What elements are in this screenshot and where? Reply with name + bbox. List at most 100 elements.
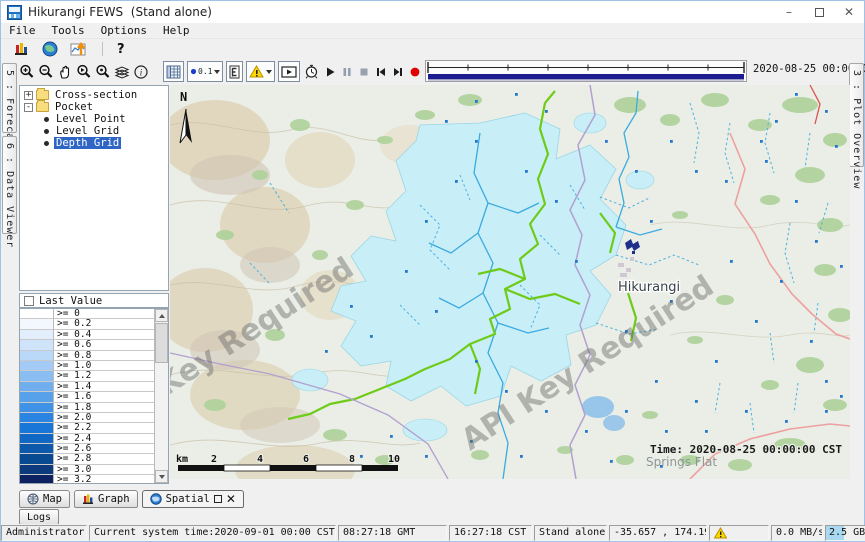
status-system-time: Current system time:2020-09-01 00:00 CST [89, 525, 336, 541]
warnings-button[interactable] [246, 61, 275, 82]
tree-item-pocket[interactable]: - Pocket [20, 101, 168, 113]
status-gmt-time: 08:27:18 GMT [338, 525, 447, 541]
maximize-button[interactable] [804, 1, 834, 23]
title-bar: Hikurangi FEWS (Stand alone) – ✕ [1, 1, 864, 23]
timeline-current-time: 2020-08-25 00:00:00 CST [753, 63, 853, 75]
menu-tools[interactable]: Tools [44, 24, 93, 37]
legend-swatch [20, 330, 54, 340]
open-display-button[interactable] [278, 61, 300, 82]
menu-file[interactable]: File [1, 24, 44, 37]
globe-explorer-icon[interactable] [40, 40, 59, 59]
last-value-label: Last Value [39, 295, 102, 307]
database-chart-icon[interactable] [11, 40, 30, 59]
legend-row: >= 2.0 [20, 413, 154, 423]
right-tab-strip: 3 : Plot Overview [849, 58, 864, 486]
node-bullet-icon [44, 129, 49, 134]
layers-icon[interactable] [114, 62, 130, 81]
status-local-time: 16:27:18 CST [449, 525, 532, 541]
legend-row: >= 1.8 [20, 403, 154, 413]
legend-swatch [20, 413, 54, 423]
chevron-down-icon[interactable] [266, 70, 272, 74]
map-canvas[interactable]: API Key Required API Key Required N km 2… [170, 85, 850, 479]
menu-options[interactable]: Options [93, 24, 155, 37]
timeline-slider[interactable] [425, 60, 747, 82]
node-bullet-icon [44, 141, 49, 146]
map-time-overlay: Time: 2020-08-25 00:00:00 CST [650, 443, 842, 456]
scrollbar-thumb[interactable] [155, 323, 168, 363]
menu-help[interactable]: Help [155, 24, 198, 37]
step-back-button[interactable] [374, 62, 388, 81]
close-button[interactable]: ✕ [834, 1, 864, 23]
pan-hand-icon[interactable] [57, 62, 73, 81]
stop-button[interactable] [357, 62, 371, 81]
animation-timer-icon[interactable] [303, 62, 320, 81]
logs-button[interactable]: Logs [19, 509, 59, 525]
legend-swatch [20, 340, 54, 350]
tab-map[interactable]: Map [19, 490, 70, 508]
scroll-down-icon[interactable] [155, 470, 168, 483]
scroll-up-icon[interactable] [155, 309, 168, 322]
tab-forecasts[interactable]: 5 : Forecasts [2, 63, 17, 133]
folder-icon [36, 90, 49, 100]
last-value-checkbox[interactable] [24, 296, 34, 306]
status-download-speed: 0.0 MB/s [771, 525, 823, 541]
collapse-icon[interactable]: - [24, 103, 33, 112]
tab-graph[interactable]: Graph [74, 490, 138, 508]
legend-scrollbar[interactable] [154, 309, 168, 483]
value-labels-button[interactable]: 0.1 [187, 61, 223, 82]
warning-icon [714, 527, 727, 539]
maximize-panel-icon[interactable] [214, 495, 222, 503]
help-button[interactable]: ? [117, 42, 125, 57]
zoom-extent-icon[interactable] [95, 62, 111, 81]
timeseries-display-icon[interactable] [69, 40, 88, 59]
status-bar: Administrator Current system time:2020-0… [1, 524, 864, 541]
svg-text:6: 6 [303, 454, 309, 465]
legend-swatch [20, 319, 54, 329]
chevron-down-icon[interactable] [214, 70, 220, 74]
legend-row: >= 3.2 [20, 475, 154, 484]
globe-icon [27, 493, 39, 505]
classification-button[interactable] [226, 61, 243, 82]
legend-swatch [20, 423, 54, 433]
svg-text:4: 4 [257, 454, 263, 465]
status-coordinates: -35.657 , 174.199 [609, 525, 707, 541]
window-title: Hikurangi FEWS (Stand alone) [28, 5, 212, 19]
tree-item-level-point[interactable]: Level Point [20, 113, 168, 125]
legend-row: >= 1.4 [20, 382, 154, 392]
legend-swatch [20, 434, 54, 444]
legend-table: >= 0 >= 0.2 >= 0.4 >= 0.6 >= 0.8 >= 1.0 … [19, 308, 169, 484]
minimize-button[interactable]: – [774, 1, 804, 23]
legend-row: >= 2.4 [20, 434, 154, 444]
last-value-checkbox-row[interactable]: Last Value [19, 293, 169, 308]
legend-row: >= 1.0 [20, 361, 154, 371]
pause-button[interactable] [340, 62, 354, 81]
legend-swatch [20, 465, 54, 475]
tab-data-viewer[interactable]: 6 : Data Viewer [2, 136, 17, 234]
zoom-previous-icon[interactable] [76, 62, 92, 81]
status-warning-cell[interactable] [709, 525, 769, 541]
tree-item-depth-grid[interactable]: Depth Grid [20, 137, 168, 149]
legend-swatch [20, 403, 54, 413]
svg-text:8: 8 [349, 454, 355, 465]
expand-icon[interactable]: + [24, 91, 33, 100]
legend-swatch [20, 454, 54, 464]
play-button[interactable] [323, 62, 337, 81]
step-forward-button[interactable] [391, 62, 405, 81]
legend-row: >= 2.2 [20, 423, 154, 433]
info-icon[interactable]: i [133, 62, 149, 81]
close-panel-icon[interactable]: ✕ [226, 495, 236, 503]
bottom-tab-bar: Map Graph Spatial ✕ [19, 489, 244, 508]
tree-item-level-grid[interactable]: Level Grid [20, 125, 168, 137]
status-memory: 2.5 GB [825, 525, 865, 541]
tab-plot-overview[interactable]: 3 : Plot Overview [849, 63, 864, 167]
map-view[interactable]: API Key Required API Key Required N km 2… [170, 85, 850, 479]
app-logo-icon [7, 5, 22, 20]
zoom-out-icon[interactable] [38, 62, 54, 81]
zoom-in-icon[interactable] [19, 62, 35, 81]
legend-row: >= 2.8 [20, 454, 154, 464]
legend-row: >= 0.6 [20, 340, 154, 350]
record-button[interactable] [408, 62, 422, 81]
tab-spatial[interactable]: Spatial ✕ [142, 490, 244, 508]
svg-text:10: 10 [388, 454, 400, 465]
grid-display-button[interactable] [163, 61, 184, 82]
